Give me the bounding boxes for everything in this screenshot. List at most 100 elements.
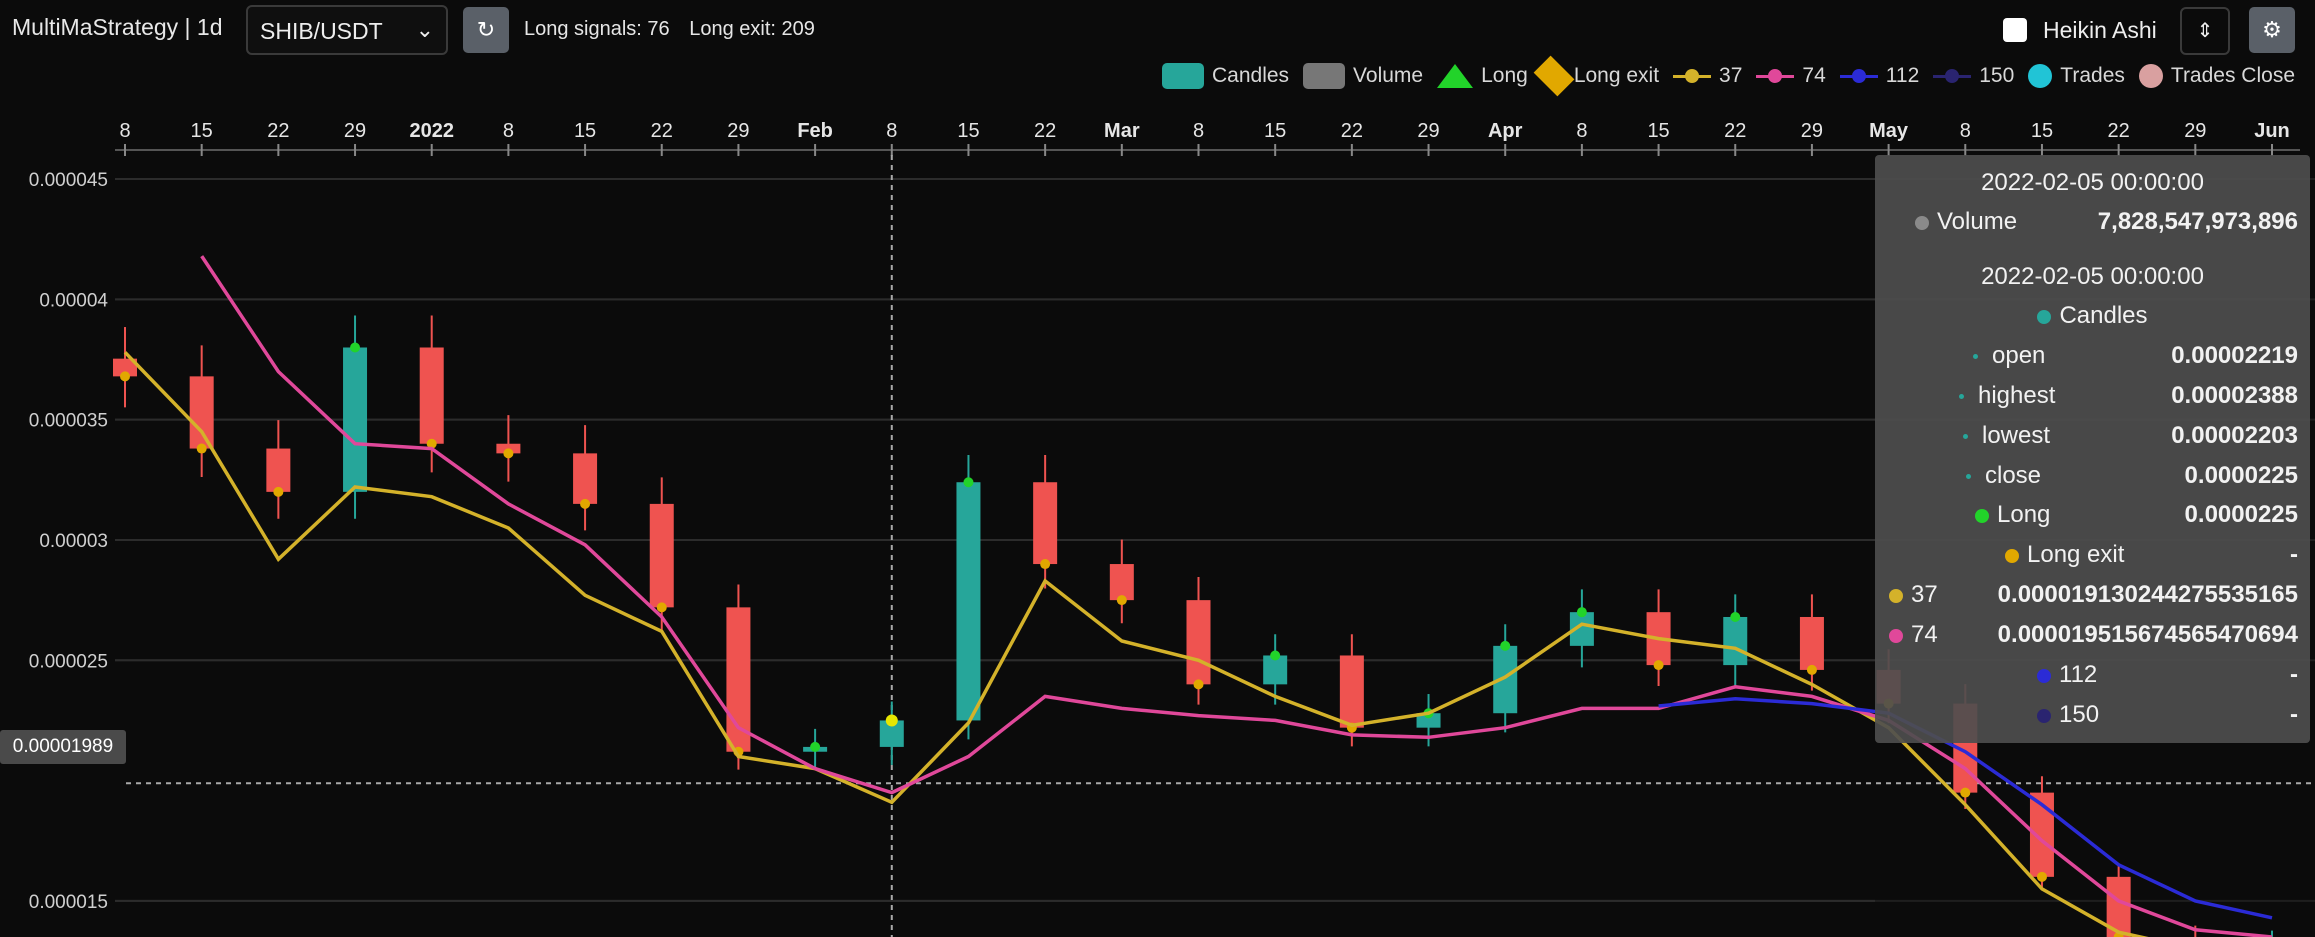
- tooltip-close-row: close 0.0000225: [1875, 462, 2310, 496]
- tooltip-close-value: 0.0000225: [2184, 462, 2298, 489]
- pair-select[interactable]: SHIB/USDT ⌄: [246, 5, 448, 55]
- x-tick-label: 22: [2108, 120, 2130, 142]
- tooltip-candles-label: Candles: [2059, 302, 2148, 329]
- x-tick-label: 29: [344, 120, 366, 142]
- legend-swatch-icon: [1437, 64, 1474, 88]
- long-exit-marker: [1806, 664, 1817, 675]
- small-dot-icon: [1973, 354, 1978, 360]
- x-tick-label: 15: [574, 120, 596, 142]
- long-marker: [1270, 650, 1281, 661]
- x-tick-label: 29: [727, 120, 749, 142]
- gear-icon[interactable]: ⚙: [2249, 7, 2295, 53]
- legend-label: Long: [1481, 64, 1528, 87]
- candle-body: [1186, 600, 1211, 685]
- x-tick-label: 8: [886, 120, 897, 142]
- tooltip-ma74-label: 74: [1911, 621, 1938, 648]
- x-tick-label: 15: [1264, 120, 1286, 142]
- refresh-icon[interactable]: ↻: [463, 7, 509, 53]
- long-marker: [810, 741, 821, 752]
- long-exit-marker: [120, 371, 130, 382]
- legend-swatch-icon: [2028, 64, 2053, 88]
- legend-item-150[interactable]: 150: [1933, 64, 2014, 88]
- long-exit-marker: [580, 498, 591, 509]
- candle-body: [726, 607, 751, 752]
- pair-select-value: SHIB/USDT: [260, 18, 383, 44]
- x-tick-label: 8: [119, 120, 130, 142]
- candle-body: [1339, 655, 1364, 728]
- tooltip-panel: 2022-02-05 00:00:00 Volume 7,828,547,973…: [1875, 155, 2310, 743]
- tooltip-highest-value: 0.00002388: [2171, 382, 2298, 409]
- ma37-dot-icon: [1889, 588, 1903, 603]
- candle-body: [1109, 564, 1134, 601]
- ma74-dot-icon: [1889, 628, 1903, 643]
- heikin-ashi-checkbox[interactable]: [2003, 18, 2027, 42]
- legend-label: Trades Close: [2170, 64, 2295, 87]
- y-tick-label: 0.000045: [29, 170, 108, 191]
- long-exit-marker: [1116, 595, 1127, 606]
- x-tick-label: 8: [1960, 120, 1971, 142]
- legend-label: Trades: [2060, 64, 2125, 87]
- legend-swatch-icon: [1673, 65, 1712, 87]
- legend-item-74[interactable]: 74: [1756, 64, 1826, 88]
- candle-body: [419, 347, 444, 444]
- legend-label: Volume: [1353, 64, 1424, 87]
- tooltip-ma74-row: 74 0.000019515674565470694: [1875, 621, 2310, 655]
- crosshair-point: [885, 714, 898, 727]
- y-tick-label: 0.00003: [39, 531, 108, 552]
- legend-swatch-icon: [1756, 65, 1795, 87]
- candle-body: [649, 503, 674, 608]
- tooltip-highest-label: highest: [1978, 382, 2056, 409]
- x-tick-label: 8: [503, 120, 514, 142]
- long-marker: [1730, 611, 1741, 622]
- legend-item-112[interactable]: 112: [1839, 64, 1920, 88]
- crosshair-price-label: 0.00001989: [0, 730, 126, 764]
- long-exit-marker: [1653, 660, 1664, 671]
- legend-swatch-icon: [1161, 63, 1204, 89]
- legend-swatch-icon: [1933, 65, 1972, 87]
- long-exit-dot-icon: [2005, 548, 2019, 563]
- tooltip-volume-label: Volume: [1937, 208, 2018, 235]
- candle-body: [956, 482, 981, 721]
- tooltip-longexit-row: Long exit -: [1875, 541, 2310, 575]
- volume-dot-icon: [1915, 215, 1929, 230]
- legend-item-37[interactable]: 37: [1673, 64, 1742, 88]
- signal-counts: Long signals: 76 Long exit: 209: [524, 18, 829, 41]
- tooltip-longexit-value: -: [2290, 541, 2298, 568]
- ma112-dot-icon: [2037, 668, 2051, 683]
- y-tick-label: 0.00004: [39, 290, 108, 311]
- legend-item-candles[interactable]: Candles: [1161, 63, 1289, 89]
- small-dot-icon: [1959, 394, 1964, 400]
- small-dot-icon: [1963, 434, 1968, 440]
- legend-label: 74: [1802, 64, 1826, 87]
- x-tick-label: 15: [2031, 120, 2053, 142]
- tooltip-ma112-row: 112 -: [1875, 661, 2310, 695]
- tooltip-volume-row: Volume 7,828,547,973,896: [1875, 208, 2310, 242]
- candle-body: [1799, 616, 1824, 670]
- long-exit-marker: [656, 602, 667, 613]
- x-tick-label: 29: [1417, 120, 1439, 142]
- legend-item-trades-close[interactable]: Trades Close: [2138, 64, 2295, 88]
- x-tick-label: Feb: [797, 120, 833, 142]
- legend-item-trades[interactable]: Trades: [2028, 64, 2125, 88]
- x-tick-label: 22: [651, 120, 673, 142]
- long-exit-count: Long exit: 209: [689, 18, 815, 40]
- legend-item-long-exit[interactable]: Long exit: [1533, 55, 1659, 97]
- tooltip-date-2: 2022-02-05 00:00:00: [1981, 263, 2204, 290]
- long-exit-marker: [1193, 679, 1204, 690]
- tooltip-open-label: open: [1992, 342, 2046, 369]
- candle-body: [1033, 482, 1058, 565]
- tooltip-highest-row: highest 0.00002388: [1875, 382, 2310, 416]
- legend-item-long[interactable]: Long: [1437, 64, 1528, 88]
- tooltip-ma37-value: 0.000019130244275535165: [1997, 581, 2298, 608]
- up-down-spinner-icon[interactable]: ⇕: [2180, 7, 2230, 55]
- long-marker: [1500, 640, 1511, 651]
- x-tick-label: 22: [1341, 120, 1363, 142]
- legend-item-volume[interactable]: Volume: [1303, 63, 1423, 89]
- legend-label: 112: [1885, 64, 1920, 87]
- tooltip-volume-value: 7,828,547,973,896: [2097, 208, 2298, 235]
- x-tick-label: Mar: [1104, 120, 1140, 142]
- candle-body: [1723, 616, 1748, 666]
- tooltip-lowest-row: lowest 0.00002203: [1875, 422, 2310, 456]
- tooltip-date: 2022-02-05 00:00:00: [1981, 169, 2204, 196]
- legend-label: 150: [1979, 64, 2015, 87]
